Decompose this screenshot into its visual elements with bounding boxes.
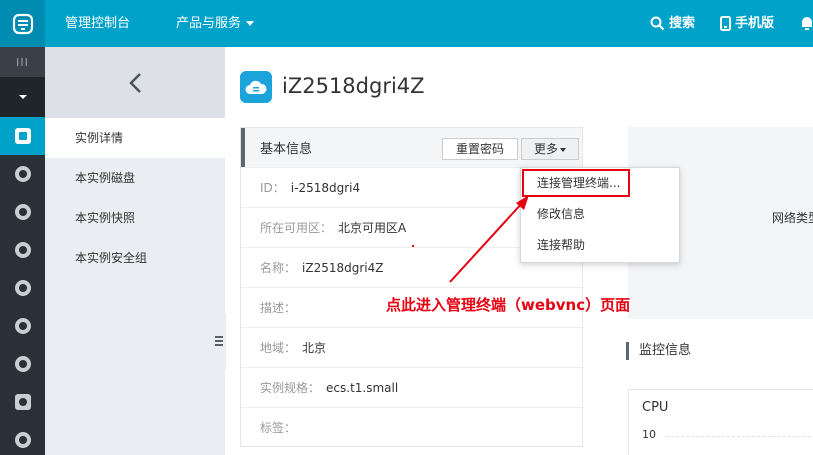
collapse-sidebar-handle[interactable]	[212, 313, 226, 369]
bell-icon	[802, 17, 812, 30]
caret-down-icon	[18, 95, 27, 99]
row-label: 名称：	[260, 261, 297, 275]
page-title: iZ2518dgri4Z	[282, 74, 425, 98]
row-value: 北京可用区A	[338, 221, 407, 235]
icon-sidebar: III	[0, 47, 45, 455]
annotation-text: 点此进入管理终端（webvnc）页面	[386, 296, 631, 314]
chevron-left-icon	[129, 72, 141, 93]
row-value: i-2518dgri4	[290, 180, 361, 195]
cloud-server-icon	[245, 80, 267, 94]
sidebar-icon-more[interactable]	[0, 421, 45, 455]
row-label: 标签：	[260, 421, 297, 435]
sidebar-icon-tools[interactable]	[0, 269, 45, 307]
more-label: 更多	[533, 142, 558, 156]
annotation-arrow-icon	[449, 195, 529, 283]
sidebar-toggle[interactable]	[0, 77, 45, 117]
cpu-chart-card: CPU 10	[628, 389, 813, 455]
mobile-label: 手机版	[735, 16, 775, 31]
sidebar-icon-list[interactable]	[0, 383, 45, 421]
subnav-item-security-groups[interactable]: 本实例安全组	[45, 238, 225, 278]
menu-item-modify-info[interactable]: 修改信息	[521, 199, 679, 230]
menu-item-connect-help[interactable]: 连接帮助	[521, 230, 679, 261]
products-menu[interactable]: 产品与服务	[176, 0, 255, 47]
console-link[interactable]: 管理控制台	[65, 0, 130, 47]
row-label: 地域：	[260, 341, 297, 355]
list-icon	[14, 394, 31, 410]
network-type-label: 网络类型	[772, 211, 813, 225]
sidebar-icon-settings[interactable]	[0, 307, 45, 345]
panel-header: 基本信息 重置密码 更多	[241, 128, 582, 167]
cloud-icon	[14, 242, 31, 258]
chevron-down-icon	[560, 147, 566, 152]
mobile-version-button[interactable]: 手机版	[720, 0, 774, 47]
network-icon	[14, 204, 31, 220]
sidebar-icon-cloud[interactable]	[0, 231, 45, 269]
monitor-section-title: 监控信息	[626, 342, 691, 360]
annotation-highlight-box	[522, 169, 630, 197]
tools-icon	[14, 280, 31, 296]
shield-icon	[14, 166, 31, 182]
row-value: ecs.t1.small	[326, 380, 399, 395]
instance-cloud-icon	[240, 71, 272, 103]
reset-password-button[interactable]: 重置密码	[442, 138, 518, 160]
row-value: 北京	[302, 341, 327, 355]
subnav-item-disks[interactable]: 本实例磁盘	[45, 158, 225, 198]
back-button[interactable]	[45, 47, 225, 118]
gear-icon	[14, 318, 31, 334]
sidebar-icon-security[interactable]	[0, 155, 45, 193]
y-tick-label: 10	[642, 428, 656, 441]
info-row-spec: 实例规格： ecs.t1.small	[241, 367, 582, 407]
row-label: 描述：	[260, 301, 297, 315]
row-label: 实例规格：	[260, 381, 321, 395]
chevron-down-icon	[246, 21, 255, 26]
subnav-item-details[interactable]: 实例详情	[45, 118, 225, 158]
row-label: ID：	[260, 181, 285, 195]
aliyun-logo[interactable]	[0, 0, 45, 47]
info-row-tags: 标签：	[241, 407, 582, 447]
sidebar-icon-monitor[interactable]	[0, 345, 45, 383]
subnav-item-snapshots[interactable]: 本实例快照	[45, 198, 225, 238]
grid-line	[666, 436, 813, 437]
sidebar-handle-icon[interactable]: III	[0, 47, 45, 77]
search-icon	[650, 16, 665, 31]
more-button[interactable]: 更多	[521, 138, 579, 160]
menu-icon	[215, 336, 223, 346]
mobile-icon	[720, 16, 731, 31]
info-row-region: 地域： 北京	[241, 327, 582, 367]
notification-button[interactable]	[800, 0, 813, 47]
server-icon	[14, 128, 31, 144]
row-value: iZ2518dgri4Z	[302, 260, 384, 275]
instance-subnav: 实例详情 本实例磁盘 本实例快照 本实例安全组	[45, 47, 225, 455]
sidebar-icon-ecs[interactable]	[0, 117, 45, 155]
logo-icon	[12, 13, 33, 34]
top-navbar: 管理控制台 产品与服务 搜索 手机版	[0, 0, 813, 47]
cpu-label: CPU	[642, 400, 669, 415]
panel-title: 基本信息	[260, 142, 313, 157]
search-button[interactable]: 搜索	[650, 0, 695, 47]
annotation-dot	[412, 245, 414, 247]
monitor-icon	[14, 356, 31, 372]
sidebar-icon-network[interactable]	[0, 193, 45, 231]
more-icon	[14, 432, 31, 448]
products-label: 产品与服务	[176, 16, 242, 31]
row-label: 所在可用区：	[260, 221, 333, 235]
search-label: 搜索	[669, 16, 696, 31]
